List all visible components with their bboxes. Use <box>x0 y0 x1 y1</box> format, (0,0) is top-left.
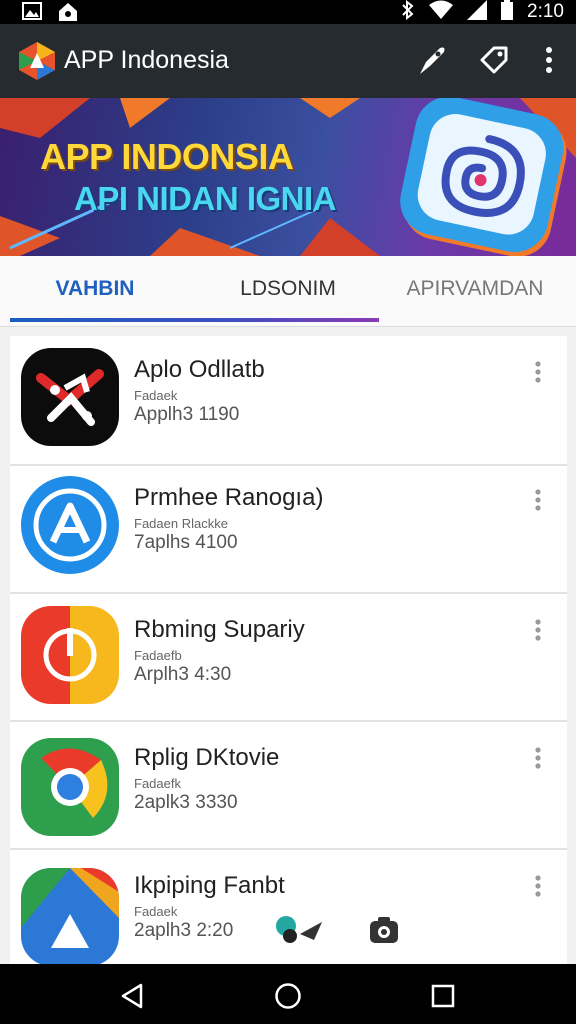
more-vert-icon[interactable] <box>524 610 552 650</box>
app-name: Ikpiping Fanbt <box>134 872 285 899</box>
app-developer: Fadaefb <box>134 648 182 663</box>
tab-indicator <box>10 318 379 322</box>
app-meta: Arplh3 4:30 <box>134 664 232 685</box>
app-meta: Applh3 1190 <box>134 404 240 425</box>
app-developer: Fadaefk <box>134 776 181 791</box>
app-meta: 2aplh3 2:20 <box>134 920 234 941</box>
list-item[interactable]: Rbming Supariy Fadaefb Arplh3 4:30 <box>10 592 567 722</box>
recents-icon[interactable] <box>423 976 463 1016</box>
app-meta: 7aplhs 4100 <box>134 532 238 553</box>
app-bar: APP Indonesia <box>0 24 576 98</box>
app-developer: Fadaek <box>134 388 178 403</box>
more-vert-icon[interactable] <box>524 866 552 906</box>
promo-banner[interactable]: APP INDONSIA API NIDAN IGNIA <box>0 98 576 256</box>
banner-subheadline: API NIDAN IGNIA <box>74 180 337 217</box>
tag-icon[interactable] <box>476 42 512 78</box>
pen-icon[interactable] <box>414 42 450 78</box>
system-nav-bar <box>0 964 576 1024</box>
red-figure-icon <box>21 348 119 446</box>
signal-icon <box>467 0 488 25</box>
tab-bar: VAHBIN LDSONIM APIRVAMDAN <box>0 256 576 327</box>
clock: 2:10 <box>527 1 564 22</box>
power-icon <box>21 606 119 704</box>
tab-vahbin[interactable]: VAHBIN <box>0 256 190 322</box>
more-vert-icon[interactable] <box>524 352 552 392</box>
wifi-icon <box>429 0 454 25</box>
app-name: Prmhee Ranogıa) <box>134 484 324 511</box>
share-icon[interactable] <box>274 914 328 951</box>
app-developer: Fadaek <box>134 904 178 919</box>
banner-headline: APP INDONSIA <box>40 136 294 177</box>
back-icon[interactable] <box>112 976 152 1016</box>
floating-actions <box>274 914 404 948</box>
app-meta: 2aplk3 3330 <box>134 792 238 813</box>
chrome-icon <box>21 738 119 836</box>
colorful-triangle-icon <box>21 868 119 964</box>
app-title: APP Indonesia <box>64 46 229 74</box>
app-logo-icon <box>17 40 57 82</box>
app-name: Rplig DKtovie <box>134 744 280 771</box>
tab-ldsonim[interactable]: LDSONIM <box>193 256 383 322</box>
list-item[interactable]: Prmhee Ranogıa) Fadaen Rlackke 7aplhs 41… <box>10 464 567 594</box>
list-item[interactable]: Aplo Odllatb Fadaek Applh3 1190 <box>10 336 567 466</box>
app-list: Aplo Odllatb Fadaek Applh3 1190 Prmhee R… <box>10 336 567 964</box>
more-vert-icon[interactable] <box>524 738 552 778</box>
battery-icon <box>501 0 514 25</box>
app-name: Aplo Odllatb <box>134 356 265 383</box>
status-bar: 2:10 <box>0 0 576 24</box>
list-item[interactable]: Rplig DKtovie Fadaefk 2aplk3 3330 <box>10 720 567 850</box>
app-developer: Fadaen Rlackke <box>134 516 228 531</box>
camera-icon[interactable] <box>368 914 400 951</box>
bluetooth-icon <box>401 0 415 25</box>
more-vert-icon[interactable] <box>524 480 552 520</box>
app-name: Rbming Supariy <box>134 616 305 643</box>
tab-apirvamdan[interactable]: APIRVAMDAN <box>380 256 570 322</box>
more-vert-icon[interactable] <box>531 42 567 78</box>
blue-a-icon <box>21 476 119 574</box>
home-icon[interactable] <box>268 976 308 1016</box>
